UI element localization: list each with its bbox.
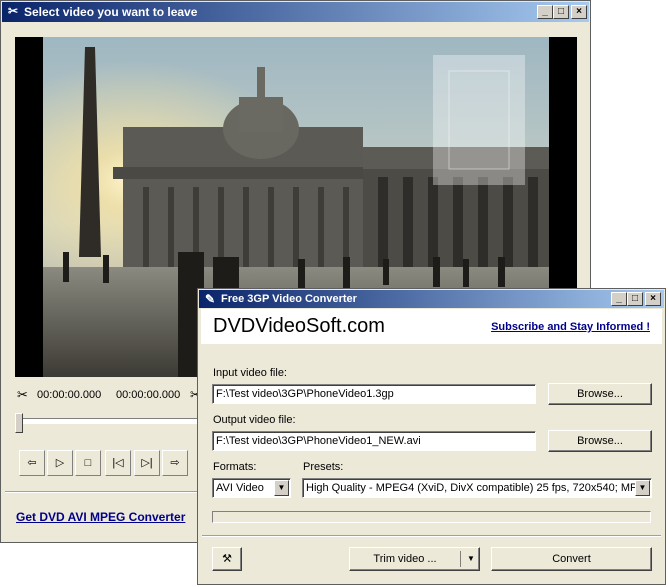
presets-label: Presets: [303,461,344,473]
prev-frame-button[interactable]: |◁ [105,450,131,476]
trim-video-button[interactable]: Trim video ... ▼ [349,547,480,571]
stop-button[interactable]: □ [75,450,101,476]
converter-window: ✎ Free 3GP Video Converter _ □ × DVDVide… [197,288,666,585]
converter-titlebar[interactable]: ✎ Free 3GP Video Converter _ □ × [199,290,664,308]
stop-icon: □ [84,457,92,469]
conversion-progress [212,511,651,523]
input-label: Input video file: [213,367,287,379]
minimize-button[interactable]: _ [537,5,553,19]
convert-button[interactable]: Convert [491,547,652,571]
brand-name: DVDVideoSoft.com [213,315,385,337]
formats-value: AVI Video [216,482,264,494]
seek-thumb[interactable] [15,413,23,433]
separator [202,535,661,537]
formats-select[interactable]: AVI Video ▼ [212,478,291,498]
next-frame-button[interactable]: ▷| [134,450,160,476]
brand-banner: DVDVideoSoft.com Subscribe and Stay Info… [201,309,662,344]
subscribe-link[interactable]: Subscribe and Stay Informed ! [491,321,650,333]
end-time: 00:00:00.000 [116,389,181,401]
split-divider [460,551,461,567]
close-button[interactable]: × [645,292,661,306]
rewind-button[interactable]: ⇦ [19,450,45,476]
converter-window-title: Free 3GP Video Converter [221,293,357,305]
maximize-button[interactable]: □ [627,292,643,306]
tools-button[interactable]: ⚒ [212,547,242,571]
forward-button[interactable]: ⇨ [162,450,188,476]
prev-frame-icon: |◁ [112,457,124,469]
forward-icon: ⇨ [170,457,180,469]
minimize-button[interactable]: _ [611,292,627,306]
presets-value: High Quality - MPEG4 (XviD, DivX compati… [306,482,644,494]
cut-start-icon[interactable]: ✂ [17,387,31,403]
output-label: Output video file: [213,414,296,426]
close-button[interactable]: × [571,5,587,19]
app-logo-icon: ✎ [204,292,216,306]
play-button[interactable]: ▷ [47,450,73,476]
input-file-field[interactable]: F:\Test video\3GP\PhoneVideo1.3gp [212,384,536,404]
output-file-field[interactable]: F:\Test video\3GP\PhoneVideo1_NEW.avi [212,431,536,451]
presets-select[interactable]: High Quality - MPEG4 (XviD, DivX compati… [302,478,652,498]
next-frame-icon: ▷| [141,457,153,469]
get-converter-link[interactable]: Get DVD AVI MPEG Converter [16,510,185,524]
chevron-down-icon[interactable]: ▼ [274,480,289,496]
chevron-down-icon[interactable]: ▼ [635,480,650,496]
start-time: 00:00:00.000 [37,389,102,401]
play-icon: ▷ [55,457,65,469]
chevron-down-icon[interactable]: ▼ [464,548,478,570]
player-window-title: Select video you want to leave [24,5,198,19]
scissors-icon: ✂ [7,4,19,18]
player-titlebar[interactable]: ✂ Select video you want to leave _ □ × [2,2,589,22]
tools-icon: ⚒ [222,553,232,565]
trim-video-label: Trim video ... [373,553,437,565]
input-browse-button[interactable]: Browse... [548,383,652,405]
formats-label: Formats: [213,461,257,473]
output-browse-button[interactable]: Browse... [548,430,652,452]
rewind-icon: ⇦ [27,457,37,469]
maximize-button[interactable]: □ [553,5,569,19]
